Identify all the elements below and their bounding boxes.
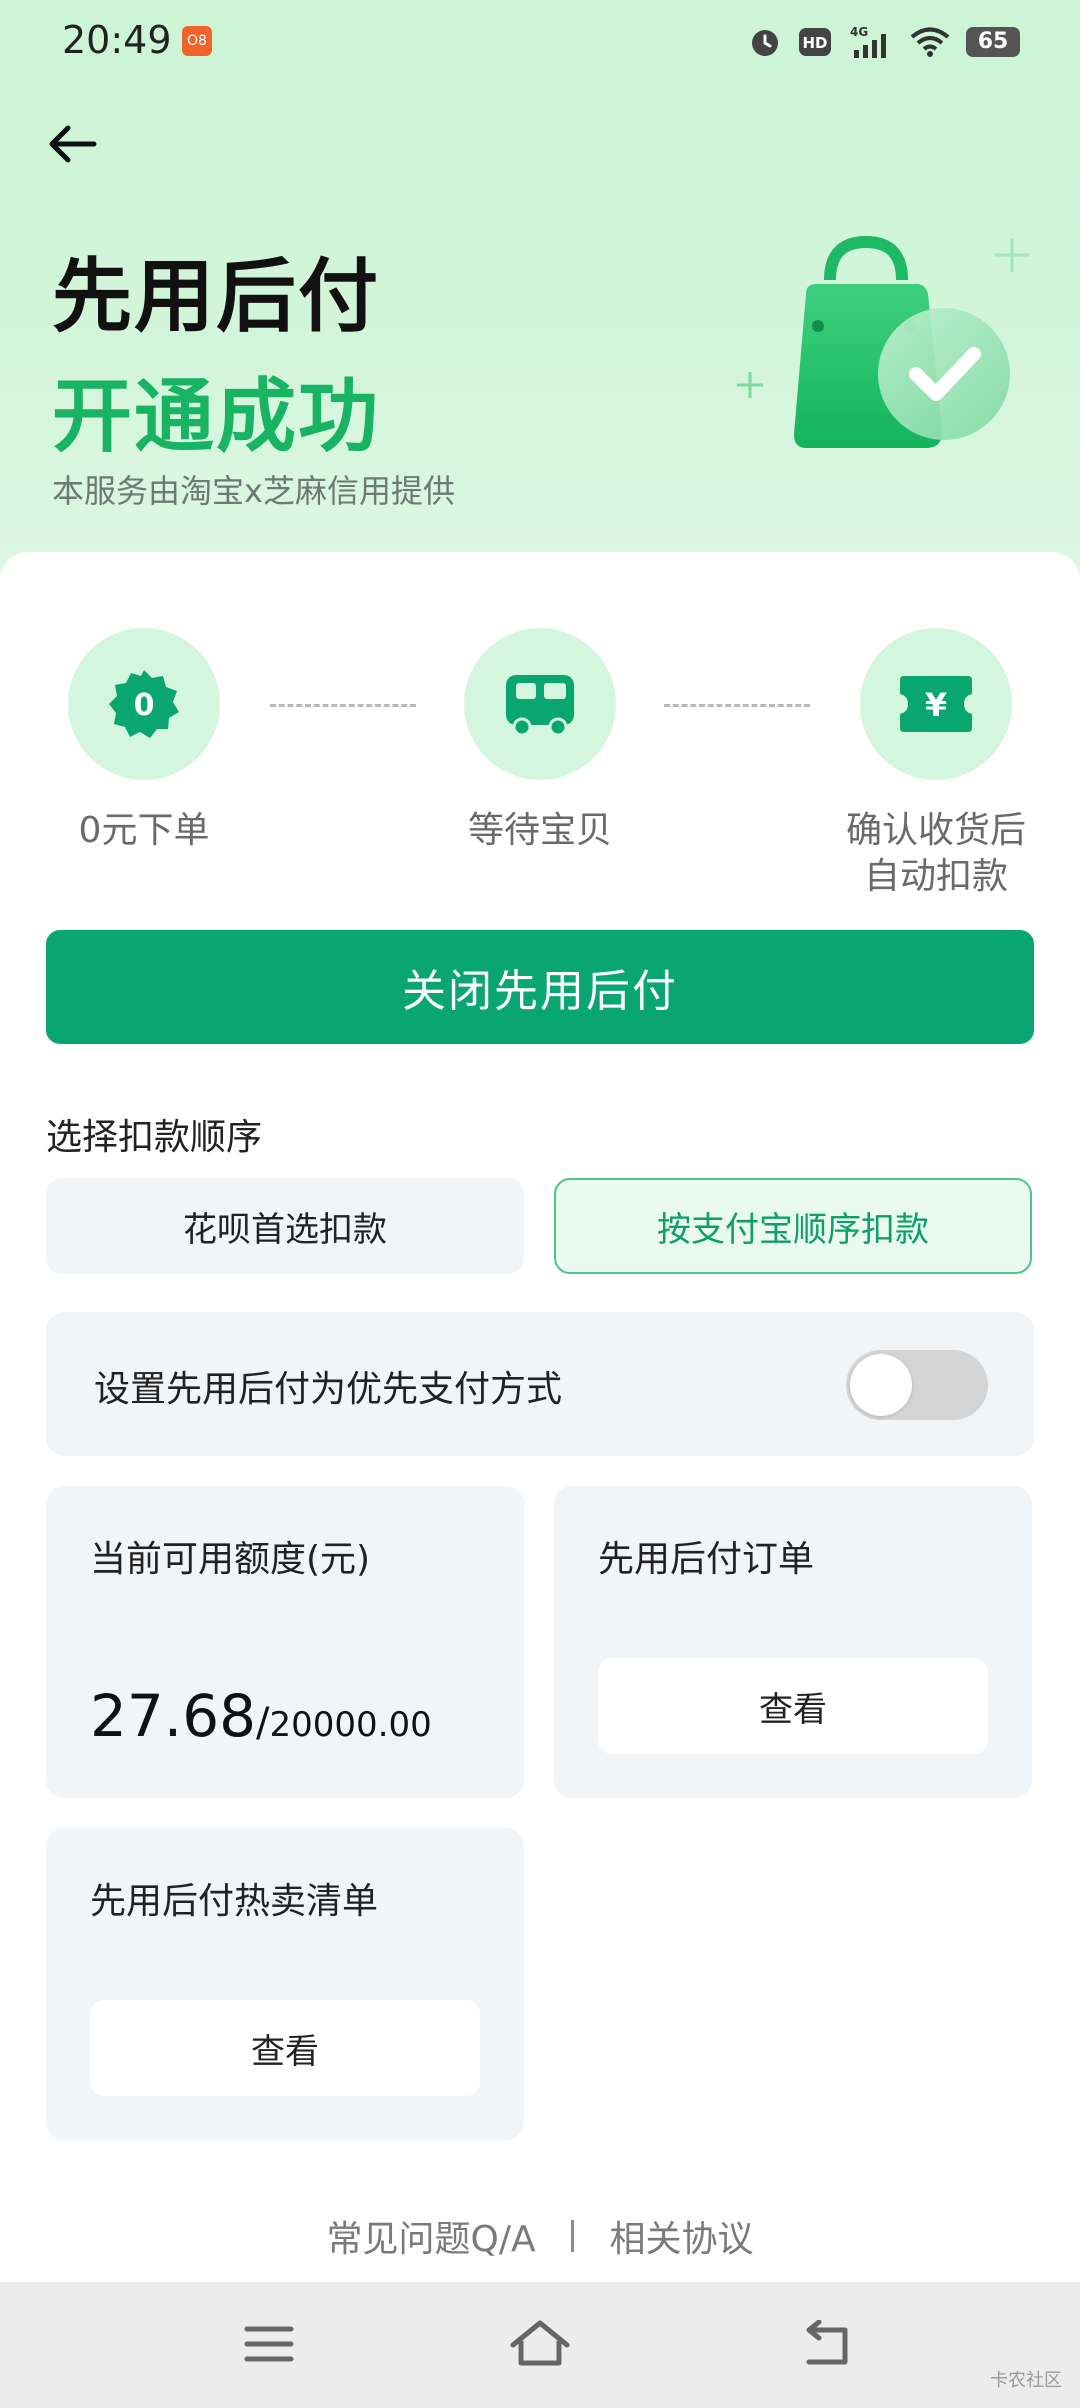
option-alipay-order[interactable]: 按支付宝顺序扣款 [554,1178,1032,1274]
credit-slash: / [256,1700,270,1746]
truck-icon [506,675,574,737]
svg-text:4G: 4G [850,25,868,39]
step-circle: ¥ [860,628,1012,780]
app-notification-icon: O8 [182,26,212,56]
credit-tile: 当前可用额度(元) 27.68/20000.00 [46,1486,524,1798]
badge-zero-icon: 0 [109,670,179,738]
status-time: 20:49 [62,18,172,62]
option-huabei-first[interactable]: 花呗首选扣款 [46,1178,524,1274]
deduction-order-title: 选择扣款顺序 [46,1117,263,1158]
view-orders-button[interactable]: 查看 [598,1658,988,1754]
page-title: 先用后付 [52,250,380,343]
step-label: 确认收货后 自动扣款 [846,808,1026,900]
orders-title: 先用后付订单 [598,1539,815,1580]
credit-total: 20000.00 [269,1705,432,1745]
menu-icon[interactable] [234,2312,304,2376]
step-wait: 等待宝贝 [460,628,620,854]
step-circle [464,628,616,780]
cellular-signal-icon: 4G [848,24,894,60]
footer-links: 常见问题Q/A 相关协议 [0,2210,1080,2262]
hd-icon: HD [798,27,832,57]
credit-available: 27.68 [90,1682,257,1750]
step-order: 0 0元下单 [64,628,224,854]
orders-tile: 先用后付订单 查看 [554,1486,1032,1798]
step-label: 等待宝贝 [467,810,612,851]
alarm-icon [748,25,782,59]
step-connector [664,704,810,707]
hero-background: 20:49 O8 HD 4G 65 先用后付 开通成功 本服务由淘宝x芝麻信用提… [0,0,1080,600]
step-auto-debit: ¥ 确认收货后 自动扣款 [846,628,1026,900]
home-icon[interactable] [505,2312,575,2376]
step-circle: 0 [68,628,220,780]
hot-list-title: 先用后付热卖清单 [90,1881,379,1922]
preferred-payment-toggle[interactable] [846,1350,988,1420]
wifi-icon [910,26,950,58]
battery-icon: 65 [966,27,1020,57]
back-arrow-icon[interactable] [40,112,104,176]
hot-list-tile: 先用后付热卖清单 查看 [46,1828,524,2140]
yen-ticket-icon: ¥ [900,676,972,732]
status-icons: HD 4G 65 [748,20,1020,64]
back-nav-icon[interactable] [790,2312,860,2376]
preferred-payment-label: 设置先用后付为优先支付方式 [94,1369,563,1410]
system-nav-bar: 卡农社区 [0,2282,1080,2408]
credit-value: 27.68/20000.00 [90,1682,432,1750]
step-connector [270,704,416,707]
credit-title: 当前可用额度(元) [90,1539,371,1580]
status-bar: 20:49 O8 HD 4G 65 [0,0,1080,84]
close-pay-later-button[interactable]: 关闭先用后付 [46,930,1034,1044]
toggle-knob [850,1354,912,1416]
step-label-line: 确认收货后 [846,810,1027,851]
svg-text:¥: ¥ [925,686,947,724]
svg-text:HD: HD [802,34,827,52]
page-title-success: 开通成功 [52,370,380,463]
view-hot-list-button[interactable]: 查看 [90,2000,480,2096]
preferred-payment-row: 设置先用后付为优先支付方式 [46,1312,1034,1456]
service-provider-note: 本服务由淘宝x芝麻信用提供 [52,472,455,510]
shopping-bag-check-icon [730,220,1050,480]
agreement-link[interactable]: 相关协议 [609,2210,753,2262]
faq-link[interactable]: 常见问题Q/A [326,2210,535,2262]
watermark-text: 卡农社区 [990,2370,1062,2391]
svg-text:0: 0 [134,688,155,723]
footer-separator [571,2220,575,2252]
step-label: 0元下单 [78,810,210,851]
step-label-line: 自动扣款 [864,856,1009,897]
